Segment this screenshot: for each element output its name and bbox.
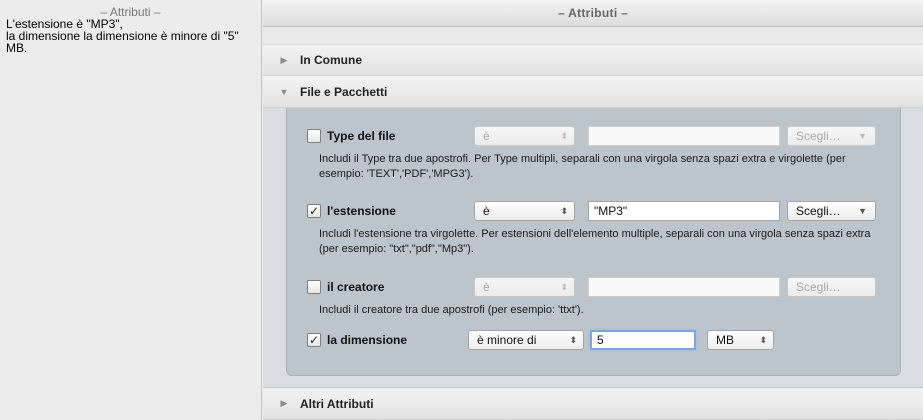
creator-label: il creatore [327, 280, 385, 294]
updown-arrows-icon: ⬍ [560, 131, 568, 141]
dropdown-arrow-icon: ▼ [858, 206, 867, 216]
section-file-pacchetti[interactable]: ▼ File e Pacchetti [263, 76, 923, 108]
updown-arrows-icon: ⬍ [569, 335, 577, 345]
type-label: Type del file [327, 129, 396, 143]
size-label: la dimensione [327, 333, 408, 347]
section-label: Altri Attributi [300, 396, 374, 411]
size-value-field[interactable]: 5 [590, 330, 696, 350]
section-altri-attributi[interactable]: ▶ Altri Attributi [263, 388, 923, 420]
size-operator-value: è minore di [477, 333, 537, 347]
size-unit-value: MB [716, 333, 734, 347]
summary-title: – Attributi – [100, 5, 161, 19]
criterion-extension: ✓ l'estensione è ⬍ "MP3" Scegli… ▼ [287, 199, 902, 223]
file-pacchetti-body: Type del file è ⬍ Scegli… ▼ Includi il T… [263, 108, 923, 388]
criterion-type: Type del file è ⬍ Scegli… ▼ [287, 124, 902, 148]
disclosure-collapsed-icon: ▶ [280, 398, 288, 408]
size-checkbox[interactable]: ✓ [307, 333, 321, 347]
size-unit-popup[interactable]: MB ⬍ [707, 330, 774, 350]
choose-label: Scegli… [796, 280, 841, 294]
size-operator-popup[interactable]: è minore di ⬍ [468, 330, 584, 350]
section-label: In Comune [300, 53, 362, 67]
extension-operator-popup[interactable]: è ⬍ [474, 201, 575, 221]
type-checkbox[interactable] [307, 129, 321, 143]
disclosure-collapsed-icon: ▶ [280, 54, 288, 65]
creator-value-field[interactable] [588, 277, 780, 297]
disclosure-expanded-icon: ▼ [279, 86, 289, 97]
creator-checkbox[interactable] [307, 280, 321, 294]
section-in-comune[interactable]: ▶ In Comune [263, 44, 923, 76]
summary-pane: – Attributi – L'estensione è "MP3", la d… [0, 0, 262, 420]
dropdown-arrow-icon: ▼ [858, 131, 867, 141]
type-operator-popup[interactable]: è ⬍ [474, 126, 575, 146]
extension-choose-button[interactable]: Scegli… ▼ [787, 201, 876, 221]
creator-choose-button[interactable]: Scegli… [787, 277, 876, 297]
extension-operator-value: è [483, 204, 490, 218]
extension-checkbox[interactable]: ✓ [307, 204, 321, 218]
updown-arrows-icon: ⬍ [560, 206, 568, 216]
updown-arrows-icon: ⬍ [560, 282, 568, 292]
type-value-field[interactable] [588, 126, 780, 146]
criterion-creator: il creatore è ⬍ Scegli… [287, 275, 902, 299]
type-operator-value: è [483, 129, 490, 143]
type-help-text: Includi il Type tra due apostrofi. Per T… [319, 153, 846, 180]
creator-help-text: Includi il creatore tra due apostrofi (p… [319, 304, 584, 316]
section-label: File e Pacchetti [300, 84, 388, 99]
checkmark-icon: ✓ [308, 333, 320, 347]
choose-label: Scegli… [796, 204, 841, 218]
checkmark-icon: ✓ [308, 204, 320, 218]
criteria-panel: Type del file è ⬍ Scegli… ▼ Includi il T… [286, 108, 901, 376]
updown-arrows-icon: ⬍ [759, 335, 767, 345]
attributes-title: – Attributi – [263, 0, 923, 27]
creator-operator-popup[interactable]: è ⬍ [474, 277, 575, 297]
creator-operator-value: è [483, 280, 490, 294]
attributes-pane: – Attributi – ▶ In Comune ▼ File e Pacch… [263, 0, 923, 420]
type-choose-button[interactable]: Scegli… ▼ [787, 126, 876, 146]
extension-help-text: Includi l'estensione tra virgolette. Per… [319, 228, 871, 255]
summary-text: L'estensione è "MP3", la dimensione la d… [6, 17, 239, 55]
extension-label: l'estensione [327, 204, 396, 218]
choose-label: Scegli… [796, 129, 841, 143]
extension-value-field[interactable]: "MP3" [588, 201, 780, 221]
criterion-size: ✓ la dimensione è minore di ⬍ 5 MB ⬍ [287, 328, 902, 352]
